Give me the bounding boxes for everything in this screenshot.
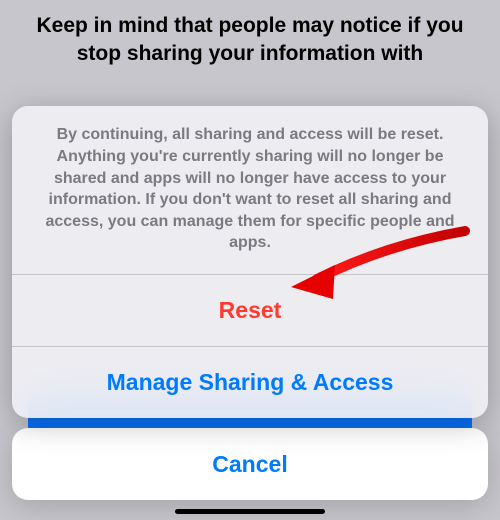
action-sheet-message: By continuing, all sharing and access wi… — [12, 106, 488, 274]
action-sheet-container: By continuing, all sharing and access wi… — [12, 106, 488, 500]
reset-button[interactable]: Reset — [12, 274, 488, 346]
home-indicator — [175, 509, 325, 514]
action-sheet: By continuing, all sharing and access wi… — [12, 106, 488, 418]
background-heading: Keep in mind that people may notice if y… — [0, 12, 500, 69]
manage-sharing-button[interactable]: Manage Sharing & Access — [12, 346, 488, 418]
reset-button-label: Reset — [219, 297, 282, 324]
manage-sharing-button-label: Manage Sharing & Access — [107, 369, 394, 396]
cancel-button-label: Cancel — [212, 451, 287, 478]
cancel-button[interactable]: Cancel — [12, 428, 488, 500]
